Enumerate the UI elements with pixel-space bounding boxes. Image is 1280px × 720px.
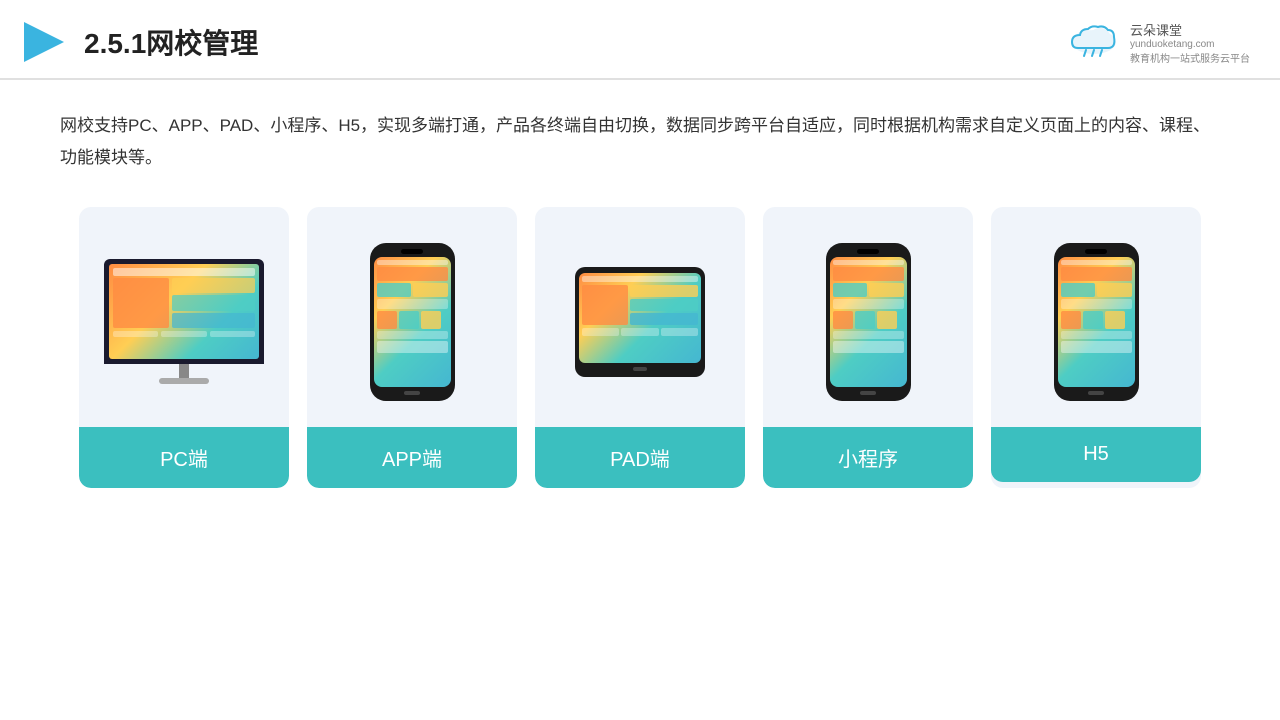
card-label-pc: PC端: [79, 427, 289, 488]
card-image-h5: [991, 207, 1201, 427]
monitor-mockup: [104, 259, 264, 384]
description-text: 网校支持PC、APP、PAD、小程序、H5，实现多端打通，产品各终端自由切换，数…: [60, 110, 1220, 175]
cards-row: PC端: [60, 207, 1220, 488]
phone-mockup-app: [370, 243, 455, 401]
phone-mockup-miniapp: [826, 243, 911, 401]
card-label-app: APP端: [307, 427, 517, 488]
content-area: 网校支持PC、APP、PAD、小程序、H5，实现多端打通，产品各终端自由切换，数…: [0, 80, 1280, 508]
card-label-pad: PAD端: [535, 427, 745, 488]
play-icon: [20, 18, 68, 66]
page-title: 2.5.1网校管理: [84, 22, 258, 62]
cloud-logo-icon: [1066, 20, 1122, 60]
card-miniapp: 小程序: [763, 207, 973, 488]
card-label-h5: H5: [991, 427, 1201, 482]
card-image-app: [307, 207, 517, 427]
logo-text-group: 云朵课堂 yunduoketang.com 教育机构一站式服务云平台: [1130, 20, 1250, 65]
header-left: 2.5.1网校管理: [20, 18, 258, 66]
card-pc: PC端: [79, 207, 289, 488]
card-pad: PAD端: [535, 207, 745, 488]
logo-tagline: 教育机构一站式服务云平台: [1130, 50, 1250, 65]
card-label-miniapp: 小程序: [763, 427, 973, 488]
logo-url: yunduoketang.com: [1130, 39, 1250, 50]
logo-brand: 云朵课堂: [1130, 20, 1250, 39]
header: 2.5.1网校管理 云朵课堂 yunduoketang.com 教育机构一站式服…: [0, 0, 1280, 80]
card-h5: H5: [991, 207, 1201, 488]
logo-area: 云朵课堂 yunduoketang.com 教育机构一站式服务云平台: [1066, 20, 1250, 65]
phone-mockup-h5: [1054, 243, 1139, 401]
card-image-pad: [535, 207, 745, 427]
card-image-pc: [79, 207, 289, 427]
tablet-mockup: [575, 267, 705, 377]
card-image-miniapp: [763, 207, 973, 427]
card-app: APP端: [307, 207, 517, 488]
